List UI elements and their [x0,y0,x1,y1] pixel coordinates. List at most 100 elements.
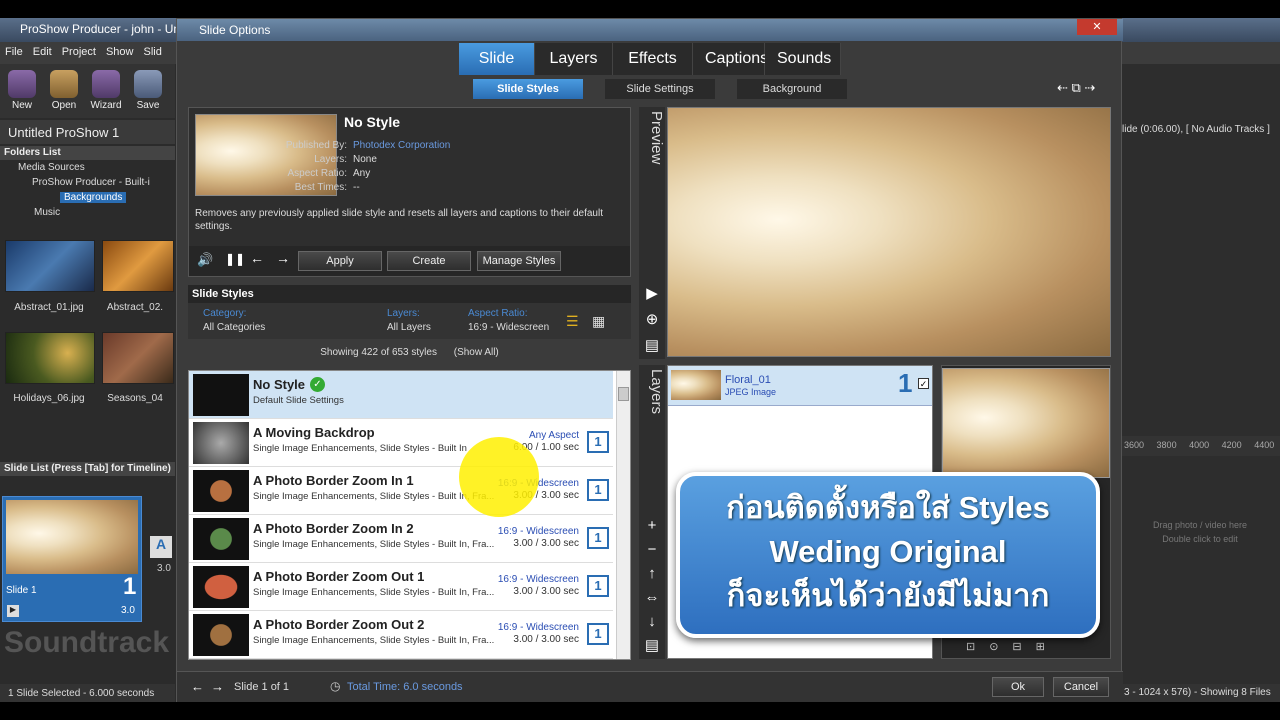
subtab-slide-settings[interactable]: Slide Settings [605,79,715,99]
tab-slide[interactable]: Slide [459,43,535,75]
tab-effects[interactable]: Effects [613,43,693,75]
layer-settings-icon[interactable]: ▤ [640,635,664,657]
slide-1[interactable]: Slide 1 1 ▶ 3.0 [2,496,142,622]
style-row[interactable]: A Photo Border Zoom In 1 Single Image En… [189,467,613,515]
bottom-letterbox [0,702,1280,720]
transition-icon[interactable]: A [150,536,172,558]
file-thumb[interactable] [102,332,174,384]
style-list: No Style ✓ Default Slide Settings A Movi… [188,370,631,660]
published-by-link[interactable]: Photodex Corporation [353,140,450,151]
best-times-value: -- [353,182,360,193]
close-button[interactable]: ✕ [1077,19,1117,35]
transition-time: 3.0 [157,563,171,574]
layer-count-badge: 1 [587,623,609,645]
file-thumb[interactable] [5,332,95,384]
ok-button[interactable]: Ok [992,677,1044,697]
layer-tool-icons[interactable]: ⊡⊙⊟⊞ [966,640,1059,653]
scrollbar-thumb[interactable] [618,387,629,401]
ruler-tick: 4400 [1254,440,1275,450]
open-button[interactable]: Open [44,64,84,111]
list-view-icon[interactable]: ☰ [566,313,579,330]
swap-icon[interactable]: ⇔ [640,587,664,609]
new-label: New [11,100,32,111]
slide-number: 1 [123,573,137,600]
style-row[interactable]: A Moving Backdrop Single Image Enhanceme… [189,419,613,467]
file-name: Abstract_01.jpg [14,302,84,313]
ruler-tick: 4200 [1221,440,1242,450]
menu-project[interactable]: Project [57,42,101,62]
move-up-icon[interactable]: ↑ [640,563,664,585]
style-row[interactable]: A Photo Border Zoom Out 2 Single Image E… [189,611,613,659]
new-button[interactable]: New [2,64,42,111]
right-app-area: lide (0:06.00), [ No Audio Tracks ] 3600… [1122,64,1280,702]
layer-count-badge: 1 [587,431,609,453]
menu-edit[interactable]: Edit [28,42,57,62]
next-arrow-icon[interactable]: → [276,250,290,266]
style-row-time: 3.00 / 3.00 sec [513,586,579,597]
style-row-no-style[interactable]: No Style ✓ Default Slide Settings [189,371,613,419]
pause-icon[interactable]: ❚❚ [225,252,245,266]
app-title: ProShow Producer - john - Un [20,22,181,36]
folder-label: Backgrounds [60,192,127,203]
preview-settings-icon[interactable]: ▤ [640,335,664,357]
folder-music[interactable]: Music [0,207,175,222]
menu-slide[interactable]: Slid [138,42,166,62]
cancel-button[interactable]: Cancel [1053,677,1109,697]
style-thumb [193,470,249,512]
menu-show[interactable]: Show [101,42,139,62]
aspect-row: Aspect Ratio: Any [275,167,371,179]
tab-sounds[interactable]: Sounds [765,43,841,75]
next-slide-icon[interactable]: → [211,679,224,694]
folder-media-sources[interactable]: Media Sources [0,162,175,177]
open-label: Open [51,100,77,111]
apply-button[interactable]: Apply [298,251,382,271]
zoom-icon[interactable]: ⊕ [640,309,664,331]
style-row-aspect: 16:9 - Widescreen [497,574,579,585]
style-name: No Style [344,114,401,130]
callout-line-1: ก่อนติดตั้งหรือใส่ Styles [726,490,1050,525]
style-row-name: A Moving Backdrop [253,425,375,440]
grid-view-icon[interactable]: ▦ [592,313,605,330]
aspect-filter[interactable]: 16:9 - Widescreen [468,322,549,333]
layer-visible-checkbox[interactable]: ✓ [918,378,929,389]
layers-filter[interactable]: All Layers [387,322,431,333]
category-filter[interactable]: All Categories [203,322,265,333]
wizard-button[interactable]: Wizard [86,64,126,111]
style-thumb [193,566,249,608]
style-row[interactable]: A Photo Border Zoom Out 1 Single Image E… [189,563,613,611]
style-list-scrollbar[interactable] [616,371,630,659]
remove-layer-icon[interactable]: − [640,539,664,561]
tab-layers[interactable]: Layers [535,43,613,75]
preview-canvas[interactable] [667,107,1111,357]
add-layer-icon[interactable]: + [640,515,664,537]
style-row[interactable]: A Photo Border Zoom In 2 Single Image En… [189,515,613,563]
play-icon[interactable]: ▶ [7,605,19,617]
style-row-aspect: 16:9 - Widescreen [497,526,579,537]
drag-hint-line-2: Double click to edit [1162,534,1238,544]
show-all-link[interactable]: (Show All) [454,347,499,358]
play-preview-icon[interactable]: ▶ [640,283,664,305]
slide-list-header: Slide List (Press [Tab] for Timeline) [0,462,175,476]
new-icon [8,70,36,98]
save-button[interactable]: Save [128,64,168,111]
save-label: Save [136,100,160,111]
menu-file[interactable]: File [0,42,28,62]
volume-icon[interactable]: 🔊 [197,252,213,268]
tab-captions[interactable]: Captions [693,43,768,75]
style-row-desc: Default Slide Settings [253,395,344,406]
subtab-slide-styles[interactable]: Slide Styles [473,79,583,99]
folder-proshow-builtin[interactable]: ProShow Producer - Built-i [0,177,175,192]
folder-backgrounds[interactable]: Backgrounds [0,192,175,207]
layer-row-floral[interactable]: Floral_01 JPEG Image 1 ✓ [668,366,932,406]
style-row-desc: Single Image Enhancements, Slide Styles … [253,587,495,598]
prev-slide-icon[interactable]: ← [191,679,204,694]
move-down-icon[interactable]: ↓ [640,611,664,633]
prev-arrow-icon[interactable]: ← [250,250,264,266]
subtab-background[interactable]: Background [737,79,847,99]
create-button[interactable]: Create [387,251,471,271]
file-thumb[interactable] [5,240,95,292]
nav-arrows[interactable]: ⇠ ⧉ ⇢ [1057,80,1095,96]
manage-styles-button[interactable]: Manage Styles [477,251,561,271]
callout-line-2: Weding Original [769,534,1007,569]
file-thumb[interactable] [102,240,174,292]
